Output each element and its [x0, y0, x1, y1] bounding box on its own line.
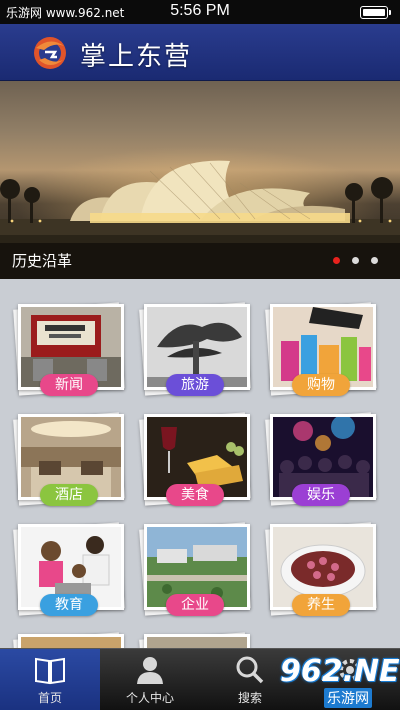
dongying-logo-icon	[34, 37, 66, 69]
category-label: 新闻	[40, 374, 98, 396]
category-enterprise[interactable]: 企业	[139, 520, 252, 620]
category-hotel[interactable]: 酒店	[13, 410, 126, 510]
app-header: 掌上东营	[0, 24, 400, 81]
app-title: 掌上东营	[80, 42, 193, 72]
tab-home[interactable]: 首页	[0, 649, 100, 710]
category-label: 美食	[166, 484, 224, 506]
carousel-dot-2[interactable]	[352, 257, 359, 264]
category-education[interactable]: 教育	[13, 520, 126, 620]
category-label: 旅游	[166, 374, 224, 396]
site-watermark: 962.NET 乐游网	[280, 654, 400, 708]
category-travel[interactable]: 旅游	[139, 300, 252, 400]
status-time: 5:56 PM	[170, 2, 230, 19]
tab-profile[interactable]: 个人中心	[100, 649, 200, 710]
category-shopping[interactable]: 购物	[265, 300, 378, 400]
category-label: 教育	[40, 594, 98, 616]
category-label: 酒店	[40, 484, 98, 506]
category-grid: 新闻 旅游 购物 酒店 美食 娱乐 教育 企业 养生	[0, 286, 400, 710]
book-icon	[35, 657, 65, 685]
category-label: 购物	[292, 374, 350, 396]
category-entertainment[interactable]: 娱乐	[265, 410, 378, 510]
carousel-dot-1[interactable]	[333, 257, 340, 264]
watermark-sub: 乐游网	[324, 688, 372, 708]
category-news[interactable]: 新闻	[13, 300, 126, 400]
battery-icon	[360, 6, 391, 19]
status-bar: 乐游网 www.962.net 5:56 PM	[0, 0, 400, 24]
category-label: 企业	[166, 594, 224, 616]
category-label: 娱乐	[292, 484, 350, 506]
carousel-indicator	[333, 257, 378, 264]
banner-carousel[interactable]: 历史沿革	[0, 81, 400, 279]
tab-label: 个人中心	[125, 691, 174, 705]
category-label: 养生	[292, 594, 350, 616]
category-wellness[interactable]: 养生	[265, 520, 378, 620]
person-icon	[137, 657, 163, 684]
watermark-main: 962.NET	[280, 654, 400, 689]
banner-caption[interactable]: 历史沿革	[12, 250, 72, 271]
carousel-dot-3[interactable]	[371, 257, 378, 264]
category-food[interactable]: 美食	[139, 410, 252, 510]
tab-label: 首页	[37, 691, 62, 705]
search-icon	[236, 656, 264, 684]
